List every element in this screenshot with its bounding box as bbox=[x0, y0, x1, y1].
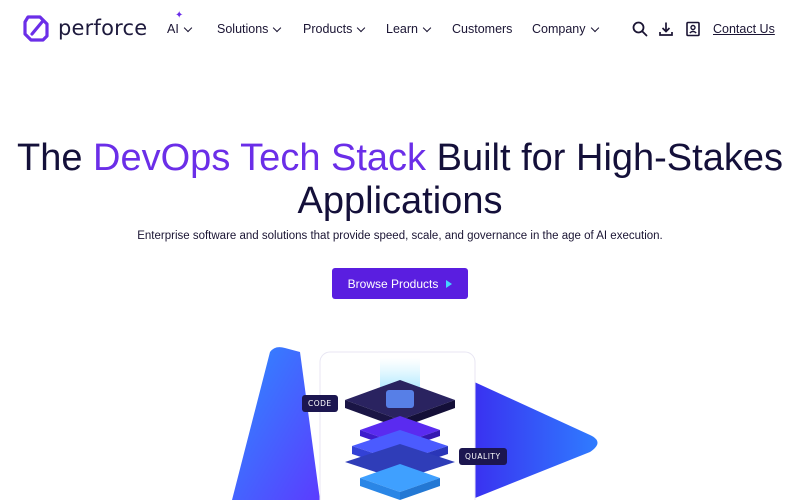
quality-tag: QUALITY bbox=[459, 448, 507, 465]
brand-name: perforce bbox=[58, 16, 148, 40]
download-icon[interactable] bbox=[657, 20, 675, 38]
hero-subtitle: Enterprise software and solutions that p… bbox=[137, 230, 663, 242]
perforce-logo-icon bbox=[23, 15, 49, 42]
title-accent: DevOps Tech Stack bbox=[93, 137, 427, 179]
browse-products-button[interactable]: Browse Products bbox=[332, 268, 468, 299]
left-blue-shape bbox=[232, 347, 320, 500]
chevron-down-icon bbox=[273, 23, 282, 32]
nav-item-label: Products bbox=[303, 22, 353, 36]
chevron-down-icon bbox=[422, 23, 432, 32]
nav-item-solutions[interactable]: Solutions bbox=[217, 22, 282, 36]
tech-stack-graphic bbox=[232, 347, 598, 500]
account-icon[interactable] bbox=[684, 20, 702, 38]
play-arrow-icon bbox=[446, 279, 453, 288]
nav-item-label: Solutions bbox=[217, 22, 269, 36]
chevron-down-icon bbox=[357, 23, 366, 32]
browse-products-label: Browse Products bbox=[347, 276, 439, 291]
nav-item-label: Customers bbox=[452, 22, 513, 36]
top-navigation: perforce ✦ AI Solutions Products Learn C… bbox=[0, 0, 800, 60]
nav-item-products[interactable]: Products bbox=[303, 22, 366, 36]
hero-illustration: CODE QUALITY bbox=[0, 340, 800, 500]
right-arrow-shape bbox=[470, 380, 598, 500]
nav-item-customers[interactable]: Customers bbox=[452, 22, 512, 36]
nav-item-label: Company bbox=[532, 22, 586, 36]
search-icon[interactable] bbox=[631, 20, 649, 38]
code-tag: CODE bbox=[302, 395, 338, 412]
chevron-down-icon bbox=[183, 23, 193, 32]
sparkle-icon: ✦ bbox=[175, 10, 184, 21]
nav-item-ai[interactable]: AI bbox=[167, 22, 193, 36]
perforce-logo[interactable]: perforce bbox=[22, 14, 147, 42]
chevron-down-icon bbox=[590, 23, 599, 32]
nav-item-company[interactable]: Company bbox=[532, 22, 599, 36]
nav-item-label: AI bbox=[167, 22, 179, 36]
page-title: The DevOps Tech Stack Built for High-Sta… bbox=[0, 137, 800, 223]
contact-us-link[interactable]: Contact Us bbox=[713, 22, 775, 36]
chip-logo-icon bbox=[386, 390, 414, 408]
nav-item-label: Learn bbox=[386, 22, 418, 36]
title-prefix: The bbox=[17, 137, 94, 179]
nav-item-learn[interactable]: Learn bbox=[386, 22, 432, 36]
